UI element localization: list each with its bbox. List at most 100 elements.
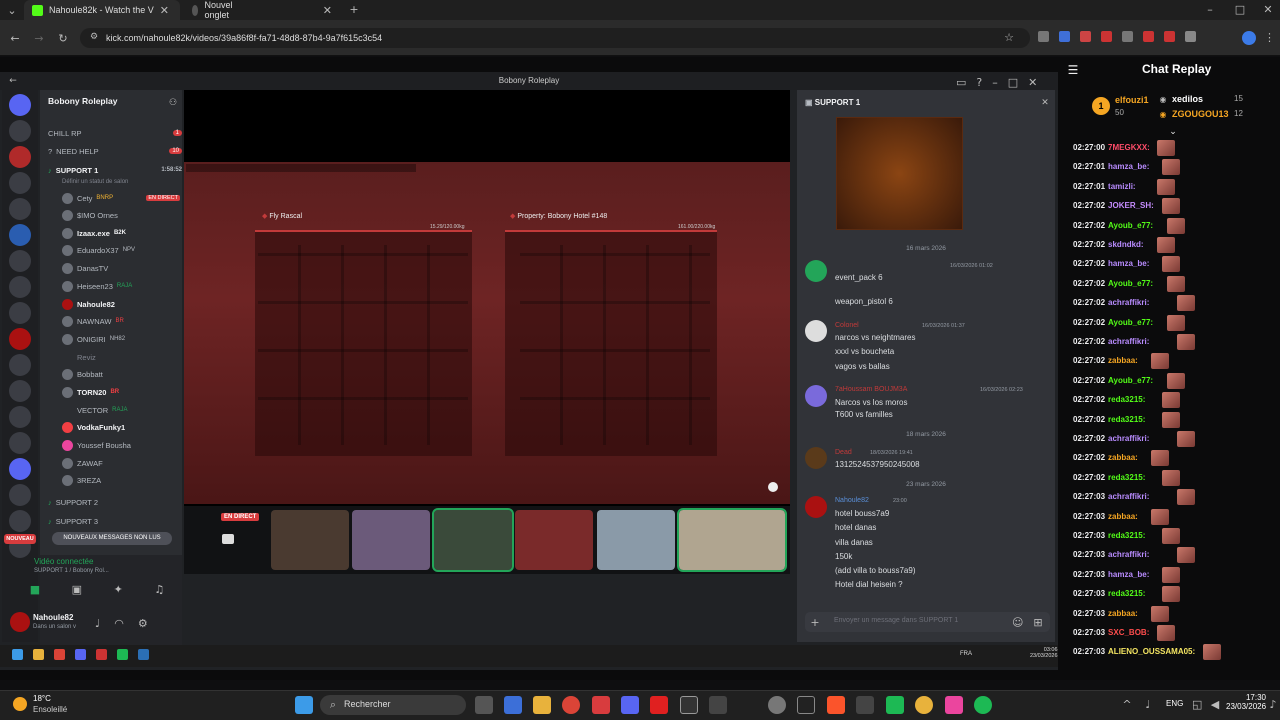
chat-username[interactable]: skdndkd: [1108,240,1144,249]
chat-username[interactable]: achraffikri: [1108,337,1149,346]
fn-app-icon[interactable] [680,696,698,714]
webcam-tile[interactable] [432,508,514,572]
maximize-icon[interactable]: □ [1234,3,1246,16]
message-author[interactable]: Nahoule82 [835,497,869,504]
activities-icon[interactable]: ✦ [114,583,123,596]
member-row[interactable]: 3REZA [62,472,180,488]
weather-sun-icon[interactable] [13,697,27,711]
camera-icon[interactable]: ■ [30,583,40,596]
app-icon[interactable] [945,696,963,714]
chat-username[interactable]: achraffikri: [1108,298,1149,307]
add-attachment-icon[interactable]: + [810,616,820,629]
channel-need-help[interactable]: ? NEED HELP 10 [48,143,182,159]
close-icon[interactable]: ✕ [1040,98,1050,108]
avatar[interactable] [805,496,827,518]
forward-icon[interactable]: → [32,32,46,45]
member-row[interactable]: Reviz [62,349,180,365]
url-bar[interactable]: kick.com/nahoule82k/videos/39a86f8f-fa71… [80,28,1030,48]
channel-support-3[interactable]: ♪ SUPPORT 3 [48,513,182,529]
chat-username[interactable]: reda3215: [1108,531,1145,540]
expand-leaderboard-icon[interactable]: ⌄ [1167,127,1179,137]
member-row[interactable]: $IMO Ornes [62,207,180,223]
chat-username[interactable]: ALIENO_OUSSAMA05: [1108,647,1195,656]
chat-username[interactable]: reda3215: [1108,395,1145,404]
inventory-slots-grid[interactable] [258,245,468,445]
inventory-slots-grid[interactable] [520,245,710,445]
avatar[interactable] [805,320,827,342]
member-row[interactable]: ZAWAF [62,455,180,471]
member-row[interactable]: TORN20 BR [62,384,180,400]
collapse-chat-icon[interactable]: ☰ [1066,63,1080,77]
site-info-icon[interactable]: ⚙ [88,32,100,42]
extension-icon[interactable] [1101,31,1112,42]
attachment-image[interactable] [836,117,963,230]
member-row[interactable]: Izaax.exe B2K [62,225,180,241]
chat-username[interactable]: hamza_be: [1108,162,1149,171]
soundboard-icon[interactable]: ♫ [154,583,164,596]
chat-username[interactable]: Ayoub_e77: [1108,279,1153,288]
webcam-tile[interactable] [352,510,430,570]
member-row[interactable]: NAWNAW BR [62,313,180,329]
new-tab-icon[interactable]: + [348,3,360,16]
app-icon[interactable] [915,696,933,714]
server-name[interactable]: Bobony Roleplay [48,96,117,106]
network-icon[interactable]: ◱ [1192,698,1202,711]
unread-messages-button[interactable]: NOUVEAUX MESSAGES NON LUS [52,532,172,545]
chat-username[interactable]: hamza_be: [1108,259,1149,268]
window-close-icon[interactable]: ✕ [1262,3,1274,16]
extension-icon[interactable] [1038,31,1049,42]
chat-username[interactable]: JOKER_SH: [1108,201,1154,210]
close-icon[interactable]: ✕ [323,4,332,17]
tab-new[interactable]: Nouvel onglet ✕ [184,0,340,20]
menu-dots-icon[interactable]: ⋮ [1264,31,1275,44]
extension-icon[interactable] [1059,31,1070,42]
app-icon[interactable] [592,696,610,714]
chat-username[interactable]: hamza_be: [1108,570,1149,579]
search-box[interactable] [320,695,466,715]
gifter-name[interactable]: ZGOUGOU13 [1172,109,1229,119]
member-row[interactable]: EduardoX37 NPV [62,242,180,258]
teams-icon[interactable] [621,696,639,714]
windows-start-icon[interactable] [295,696,313,714]
webcam-tile[interactable] [271,510,349,570]
extension-icon[interactable] [1143,31,1154,42]
webcam-tile[interactable] [515,510,593,570]
volume-icon[interactable]: ◀ [1210,698,1220,711]
chat-username[interactable]: achraffikri: [1108,492,1149,501]
status-hint[interactable]: Définir un statut de salon [62,174,196,190]
microphone-icon[interactable]: ♩ [1143,698,1153,711]
xm-app-icon[interactable] [797,696,815,714]
message-author[interactable]: Dead [835,449,852,456]
member-row[interactable]: Nahoule82 [62,296,180,312]
member-row[interactable]: Cety BNRP EN DIRECT [62,190,180,206]
member-row[interactable]: Heiseen23 RAJA [62,278,180,294]
spotify-icon[interactable] [974,696,992,714]
file-explorer-icon[interactable] [533,696,551,714]
chat-username[interactable]: tamizli: [1108,182,1136,191]
message-author[interactable]: Colonel [835,322,859,329]
message-author[interactable]: 7aHoussam BOUJM3A [835,386,907,393]
bookmark-star-icon[interactable]: ☆ [1002,31,1016,44]
chat-username[interactable]: reda3215: [1108,589,1145,598]
extension-icon[interactable] [1080,31,1091,42]
webcam-tile[interactable] [597,510,675,570]
avatar[interactable] [805,447,827,469]
chat-username[interactable]: zabbaa: [1108,609,1138,618]
settings-gear-icon[interactable]: ⚙ [138,617,148,630]
reload-icon[interactable]: ↻ [56,32,70,45]
stream-info-icon[interactable] [768,482,778,492]
app-icon[interactable] [856,696,874,714]
member-row[interactable]: VodkaFunky1 [62,419,180,435]
avatar[interactable] [805,385,827,407]
top-gifter-name[interactable]: elfouzi1 [1115,95,1149,105]
gifter-name[interactable]: xedilos [1172,94,1203,104]
chat-username[interactable]: Ayoub_e77: [1108,376,1153,385]
profile-avatar[interactable] [1242,31,1256,45]
minimize-icon[interactable]: – [1204,3,1216,16]
chat-username[interactable]: SXC_BOB: [1108,628,1149,637]
user-avatar[interactable] [10,612,30,632]
member-row[interactable]: Youssef Bousha [62,437,180,453]
chat-username[interactable]: reda3215: [1108,473,1145,482]
brave-icon[interactable] [827,696,845,714]
back-icon[interactable]: ← [8,32,22,45]
